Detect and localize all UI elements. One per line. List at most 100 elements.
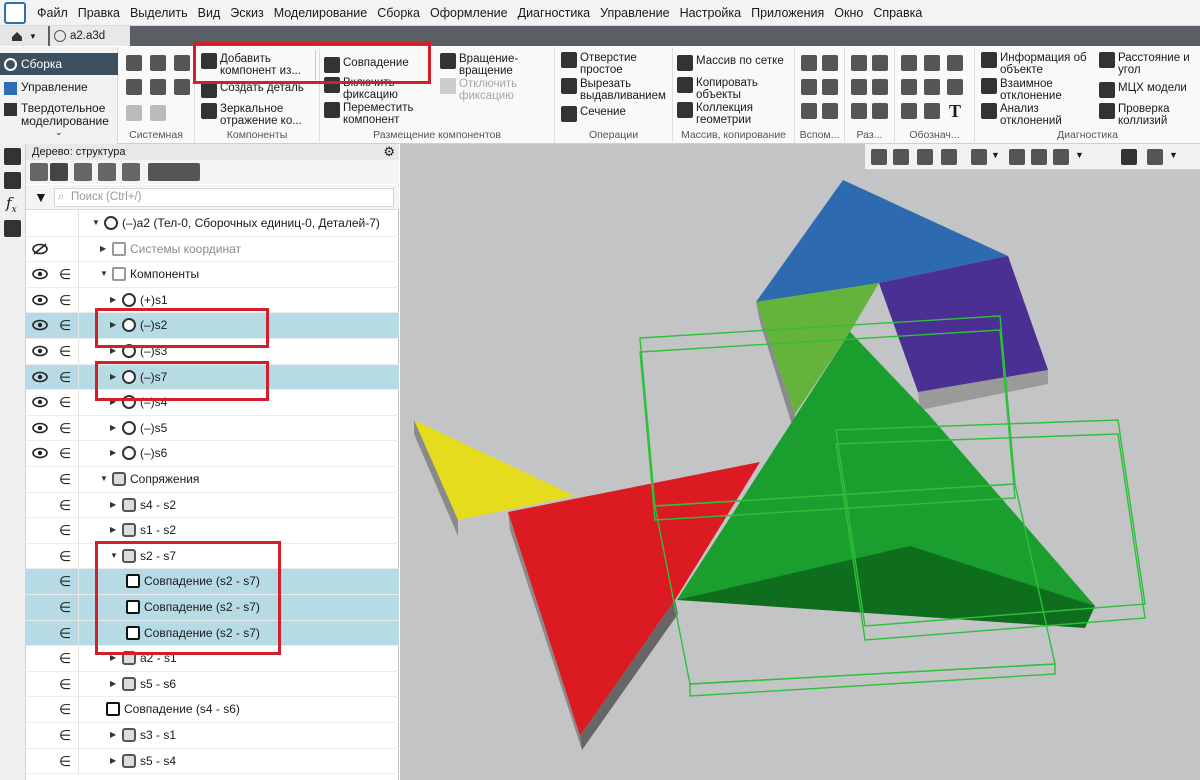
tree-structure-icon[interactable] <box>30 163 48 181</box>
roughness-icon[interactable] <box>901 55 917 71</box>
tree-row[interactable]: ∈ ▶ s1 - s2 <box>26 518 399 544</box>
view-pan-icon[interactable] <box>941 149 957 165</box>
hidden-eye-icon[interactable] <box>32 242 48 255</box>
tree-row[interactable]: ∈ ▶ (–)s5 <box>26 415 399 442</box>
mcx-button[interactable]: МЦХ модели <box>1099 82 1187 98</box>
chevron-down-icon[interactable]: ▼ <box>29 32 37 41</box>
menu-assembly[interactable]: Сборка <box>372 0 425 26</box>
expand-arrow-icon[interactable]: ▶ <box>110 730 116 739</box>
move-component-button[interactable]: Переместить компонент <box>324 102 434 126</box>
tree-row[interactable]: ∈ Совпадение (s4 - s6) <box>26 697 399 723</box>
sketch-icon[interactable] <box>801 103 817 119</box>
include-icon[interactable]: ∈ <box>59 625 71 642</box>
tree-row[interactable]: ∈ ▶ s5 - s4 <box>26 748 399 775</box>
object-info-button[interactable]: Информация об объекте <box>981 52 1101 76</box>
tree-row[interactable]: ∈ Совпадение (s2 - s7) <box>26 595 399 621</box>
expand-arrow-icon[interactable]: ▶ <box>110 423 116 432</box>
save-icon[interactable] <box>174 55 190 71</box>
include-icon[interactable]: ∈ <box>59 727 71 744</box>
tree-mates-icon[interactable] <box>98 163 116 181</box>
include-icon[interactable]: ∈ <box>59 548 71 565</box>
menu-sketch[interactable]: Эскиз <box>225 0 268 26</box>
app-logo-icon[interactable] <box>4 1 26 24</box>
zoom-icon[interactable] <box>971 149 987 165</box>
include-icon[interactable]: ∈ <box>59 369 71 386</box>
visibility-eye-icon[interactable] <box>32 268 48 280</box>
include-icon[interactable]: ∈ <box>59 573 71 590</box>
layers-icon[interactable] <box>4 220 21 237</box>
tree-row[interactable]: ∈ ▶ (+)s1 <box>26 287 399 314</box>
visibility-eye-icon[interactable] <box>32 422 48 434</box>
mode-solid-modeling[interactable]: Твердотельное моделирование <box>0 102 118 128</box>
expand-arrow-icon[interactable]: ▶ <box>110 756 116 765</box>
print-icon[interactable] <box>126 79 142 95</box>
plane-icon[interactable] <box>801 55 817 71</box>
expand-arrow-icon[interactable]: ▼ <box>100 474 108 483</box>
tree-row[interactable]: ∈ ▶ (–)s2 <box>26 313 399 339</box>
undo-icon[interactable] <box>126 105 142 121</box>
collision-check-button[interactable]: Проверка коллизий <box>1099 103 1199 127</box>
tree-build-icon[interactable] <box>50 163 68 181</box>
visibility-eye-icon[interactable] <box>32 294 48 306</box>
menu-window[interactable]: Окно <box>829 0 868 26</box>
axis-icon[interactable] <box>822 55 838 71</box>
tree-layers-icon[interactable] <box>122 163 140 181</box>
tree-row[interactable]: ∈ Совпадение (s2 - s7) <box>26 620 399 647</box>
expand-arrow-icon[interactable]: ▶ <box>110 397 116 406</box>
tree-row[interactable]: ∈ ▼ s2 - s7 <box>26 543 399 570</box>
model-scene[interactable] <box>400 144 1200 780</box>
view-zoom-fit-icon[interactable] <box>893 149 909 165</box>
section-view-icon[interactable] <box>1053 149 1069 165</box>
base-icon[interactable] <box>901 79 917 95</box>
document-tab[interactable]: a2.a3d <box>50 26 130 46</box>
point-icon[interactable] <box>801 79 817 95</box>
diameter-icon[interactable] <box>872 79 888 95</box>
include-icon[interactable]: ∈ <box>59 343 71 360</box>
menu-file[interactable]: Файл <box>32 0 73 26</box>
chevron-down-icon[interactable]: ▼ <box>991 150 1000 160</box>
include-icon[interactable]: ∈ <box>59 599 71 616</box>
expand-arrow-icon[interactable]: ▶ <box>110 500 116 509</box>
include-icon[interactable]: ∈ <box>59 701 71 718</box>
cs-icon[interactable] <box>822 103 838 119</box>
include-icon[interactable]: ∈ <box>59 420 71 437</box>
tree-row[interactable]: ∈ ▼ Компоненты <box>26 262 399 288</box>
distance-angle-button[interactable]: Расстояние и угол <box>1099 52 1199 76</box>
expand-arrow-icon[interactable]: ▶ <box>110 525 116 534</box>
hole-button[interactable]: Отверстие простое <box>561 52 669 76</box>
expand-arrow-icon[interactable]: ▶ <box>110 653 116 662</box>
tree-row[interactable]: ▼ (–)a2 (Тел-0, Сборочных единиц-0, Детал… <box>26 211 399 237</box>
mirror-component-button[interactable]: Зеркальное отражение ко... <box>201 103 316 127</box>
filter-icon[interactable]: ▼ <box>34 189 48 205</box>
tree-row[interactable]: ∈ ▶ (–)s3 <box>26 339 399 365</box>
expand-arrow-icon[interactable]: ▶ <box>110 320 116 329</box>
curve-icon[interactable] <box>822 79 838 95</box>
mutual-deviation-button[interactable]: Взаимное отклонение <box>981 78 1101 102</box>
view-orient-icon[interactable] <box>871 149 887 165</box>
menu-applications[interactable]: Приложения <box>746 0 829 26</box>
view-grid-icon[interactable] <box>917 149 933 165</box>
menu-help[interactable]: Справка <box>868 0 927 26</box>
tree-row[interactable]: ∈ Совпадение (s2 - s7) <box>26 569 399 595</box>
rotate-view-icon[interactable] <box>1009 149 1025 165</box>
3d-viewport[interactable] <box>400 144 1200 780</box>
menu-management[interactable]: Управление <box>595 0 675 26</box>
radius-icon[interactable] <box>851 79 867 95</box>
properties-icon[interactable] <box>4 172 21 189</box>
coincidence-button[interactable]: Совпадение <box>324 57 409 73</box>
gear-icon[interactable]: ⚙ <box>383 144 395 160</box>
symbol-icon[interactable] <box>924 103 940 119</box>
include-icon[interactable]: ∈ <box>59 753 71 770</box>
mode-management[interactable]: Управление <box>0 81 118 95</box>
menu-modeling[interactable]: Моделирование <box>269 0 373 26</box>
include-icon[interactable]: ∈ <box>59 292 71 309</box>
mark-icon[interactable] <box>947 79 963 95</box>
menu-diagnostics[interactable]: Диагностика <box>513 0 595 26</box>
tree-row[interactable]: ∈ ▶ a2 - s1 <box>26 646 399 672</box>
enable-fix-button[interactable]: Включить фиксацию <box>324 77 434 101</box>
chevron-down-icon[interactable]: ▼ <box>1075 150 1084 160</box>
expand-arrow-icon[interactable]: ▼ <box>100 269 108 278</box>
leader-icon[interactable] <box>924 55 940 71</box>
include-icon[interactable]: ∈ <box>59 471 71 488</box>
tree-row[interactable]: ∈ ▶ s4 - s2 <box>26 492 399 519</box>
